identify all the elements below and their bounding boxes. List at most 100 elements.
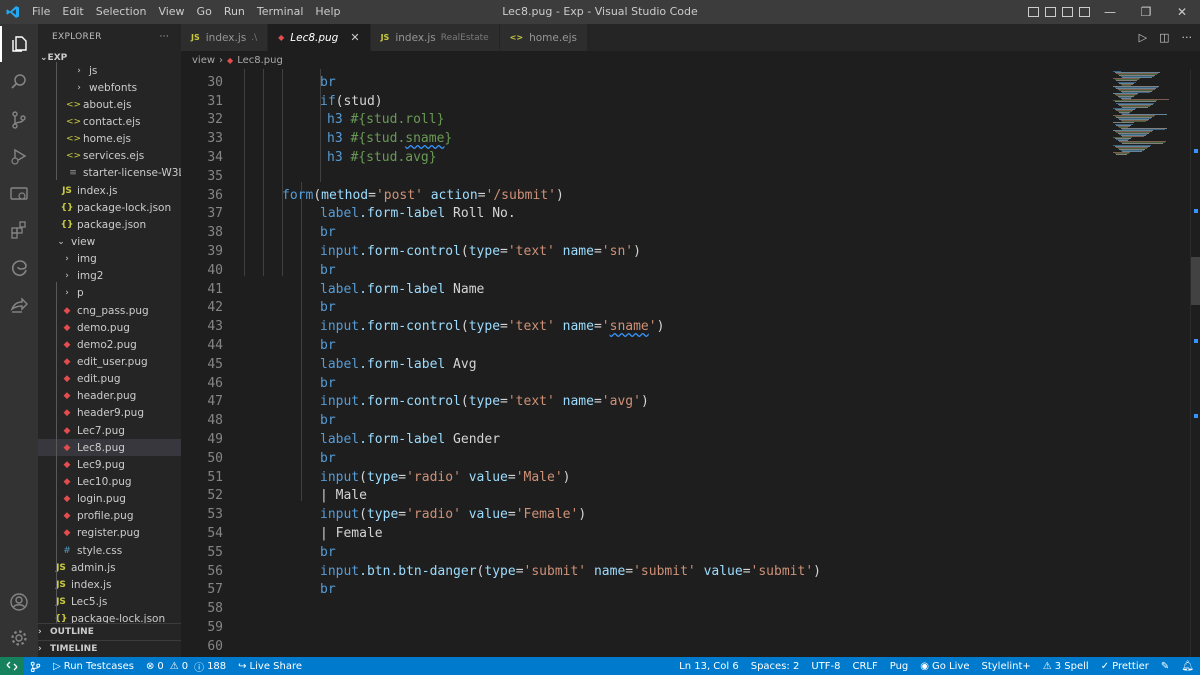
vertical-scrollbar[interactable] [1190, 69, 1200, 657]
timeline-section[interactable]: › TIMELINE [38, 640, 181, 657]
code-editor[interactable]: 30 br 31 if(stud) 32 h3 #{stud.roll} 33 h3 #{st… [181, 69, 1200, 657]
language-mode[interactable]: Pug [884, 661, 915, 672]
code-line[interactable]: 43 input.form-control(type='text' name='s… [181, 317, 1111, 336]
breadcrumb-folder[interactable]: view [192, 55, 215, 66]
code-line[interactable]: 44 br [181, 336, 1111, 355]
remote-explorer-icon[interactable] [0, 176, 38, 212]
run-testcases-button[interactable]: ▷ Run Testcases [47, 661, 140, 672]
menu-run[interactable]: Run [218, 0, 251, 24]
tree-file[interactable]: ◆ demo.pug [38, 319, 181, 336]
tree-file[interactable]: <> about.ejs [38, 96, 181, 113]
tree-folder[interactable]: › js [38, 62, 181, 79]
tree-file[interactable]: # style.css [38, 542, 181, 559]
editor-tab[interactable]: ◆ Lec8.pug ✕ [268, 24, 371, 51]
tree-file[interactable]: <> services.ejs [38, 148, 181, 165]
more-actions-icon[interactable]: ··· [1182, 31, 1193, 44]
tree-file[interactable]: ◆ login.pug [38, 491, 181, 508]
remote-indicator-icon[interactable] [0, 657, 24, 675]
go-live-button[interactable]: ◉ Go Live [914, 661, 975, 672]
end-of-line[interactable]: CRLF [846, 661, 883, 672]
code-line[interactable]: 31 if(stud) [181, 92, 1111, 111]
breadcrumb-file[interactable]: Lec8.pug [237, 55, 283, 66]
tree-folder[interactable]: › p [38, 285, 181, 302]
code-line[interactable]: 58 [181, 599, 1111, 618]
encoding[interactable]: UTF-8 [805, 661, 846, 672]
tree-file[interactable]: {} package-lock.json [38, 199, 181, 216]
code-line[interactable]: 55 br [181, 543, 1111, 562]
tree-file[interactable]: ◆ header.pug [38, 388, 181, 405]
tree-file[interactable]: ◆ register.pug [38, 525, 181, 542]
close-tab-icon[interactable]: ✕ [350, 31, 359, 44]
code-line[interactable]: 32 h3 #{stud.roll} [181, 111, 1111, 130]
code-line[interactable]: 60 [181, 637, 1111, 656]
manage-gear-icon[interactable] [0, 620, 38, 656]
code-line[interactable]: 52 | Male [181, 487, 1111, 506]
tree-file[interactable]: ≡ starter-license-W3La... [38, 165, 181, 182]
tree-file[interactable]: ◆ cng_pass.pug [38, 302, 181, 319]
code-line[interactable]: 49 label.form-label Gender [181, 430, 1111, 449]
menu-view[interactable]: View [152, 0, 190, 24]
customize-layout-icon[interactable] [1079, 7, 1090, 17]
tree-file[interactable]: ◆ Lec10.pug [38, 473, 181, 490]
tree-file[interactable]: ◆ edit.pug [38, 371, 181, 388]
code-line[interactable]: 30 br [181, 73, 1111, 92]
run-file-icon[interactable]: ▷ [1139, 31, 1147, 44]
scrollbar-thumb[interactable] [1191, 257, 1200, 305]
editor-tab[interactable]: JS index.js RealEstate [370, 24, 500, 51]
code-line[interactable]: 33 h3 #{stud.sname} [181, 129, 1111, 148]
outline-section[interactable]: › OUTLINE [38, 623, 181, 640]
minimap[interactable] [1111, 69, 1191, 657]
code-line[interactable]: 57 br [181, 581, 1111, 600]
code-line[interactable]: 40 br [181, 261, 1111, 280]
edge-devtools-icon[interactable] [0, 250, 38, 286]
tree-file[interactable]: JS Lec5.js [38, 593, 181, 610]
editor-tab[interactable]: <> home.ejs [499, 24, 589, 51]
more-actions-icon[interactable]: ··· [160, 32, 169, 42]
extensions-icon[interactable] [0, 212, 38, 248]
account-icon[interactable] [0, 584, 38, 620]
menu-go[interactable]: Go [191, 0, 218, 24]
menu-file[interactable]: File [26, 0, 56, 24]
tree-folder[interactable]: › img [38, 251, 181, 268]
toggle-sidebar-icon[interactable] [1028, 7, 1039, 17]
tree-file[interactable]: <> contact.ejs [38, 113, 181, 130]
minimize-button[interactable]: — [1092, 0, 1128, 24]
tree-file[interactable]: <> home.ejs [38, 131, 181, 148]
code-line[interactable]: 34 h3 #{stud.avg} [181, 148, 1111, 167]
code-line[interactable]: 53 input(type='radio' value='Female') [181, 505, 1111, 524]
code-line[interactable]: 38 br [181, 223, 1111, 242]
tree-file[interactable]: ◆ demo2.pug [38, 336, 181, 353]
code-line[interactable]: 59 [181, 618, 1111, 637]
code-line[interactable]: 41 label.form-label Name [181, 280, 1111, 299]
code-line[interactable]: 39 input.form-control(type='text' name='s… [181, 242, 1111, 261]
code-line[interactable]: 35 [181, 167, 1111, 186]
tree-file[interactable]: JS index.js [38, 576, 181, 593]
live-share-icon[interactable] [0, 288, 38, 324]
tree-folder[interactable]: › img2 [38, 268, 181, 285]
tree-file[interactable]: ◆ header9.pug [38, 405, 181, 422]
tree-file[interactable]: JS admin.js [38, 559, 181, 576]
code-line[interactable]: 47 input.form-control(type='text' name='a… [181, 393, 1111, 412]
prettier-status[interactable]: ✓ Prettier [1095, 661, 1155, 672]
tree-file[interactable]: ◆ edit_user.pug [38, 353, 181, 370]
code-line[interactable]: 36 form(method='post' action='/submit') [181, 186, 1111, 205]
menu-edit[interactable]: Edit [56, 0, 89, 24]
tree-file[interactable]: {} package.json [38, 216, 181, 233]
run-debug-icon[interactable] [0, 138, 38, 174]
cursor-position[interactable]: Ln 13, Col 6 [673, 661, 745, 672]
close-window-button[interactable]: ✕ [1164, 0, 1200, 24]
code-line[interactable]: 37 label.form-label Roll No. [181, 205, 1111, 224]
indentation[interactable]: Spaces: 2 [745, 661, 806, 672]
tree-folder[interactable]: ⌄ view [38, 233, 181, 250]
code-line[interactable]: 48 br [181, 411, 1111, 430]
code-line[interactable]: 54 | Female [181, 524, 1111, 543]
source-control-icon[interactable] [0, 102, 38, 138]
tree-folder[interactable]: › webfonts [38, 79, 181, 96]
menu-selection[interactable]: Selection [90, 0, 153, 24]
notifications-bell-icon[interactable]: 🔔︎ [1175, 661, 1200, 672]
toggle-secondary-sidebar-icon[interactable] [1062, 7, 1073, 17]
stylelint-status[interactable]: Stylelint+ [975, 661, 1036, 672]
code-line[interactable]: 46 br [181, 374, 1111, 393]
editor-tab[interactable]: JS index.js .\ [181, 24, 269, 51]
code-line[interactable]: 42 br [181, 299, 1111, 318]
